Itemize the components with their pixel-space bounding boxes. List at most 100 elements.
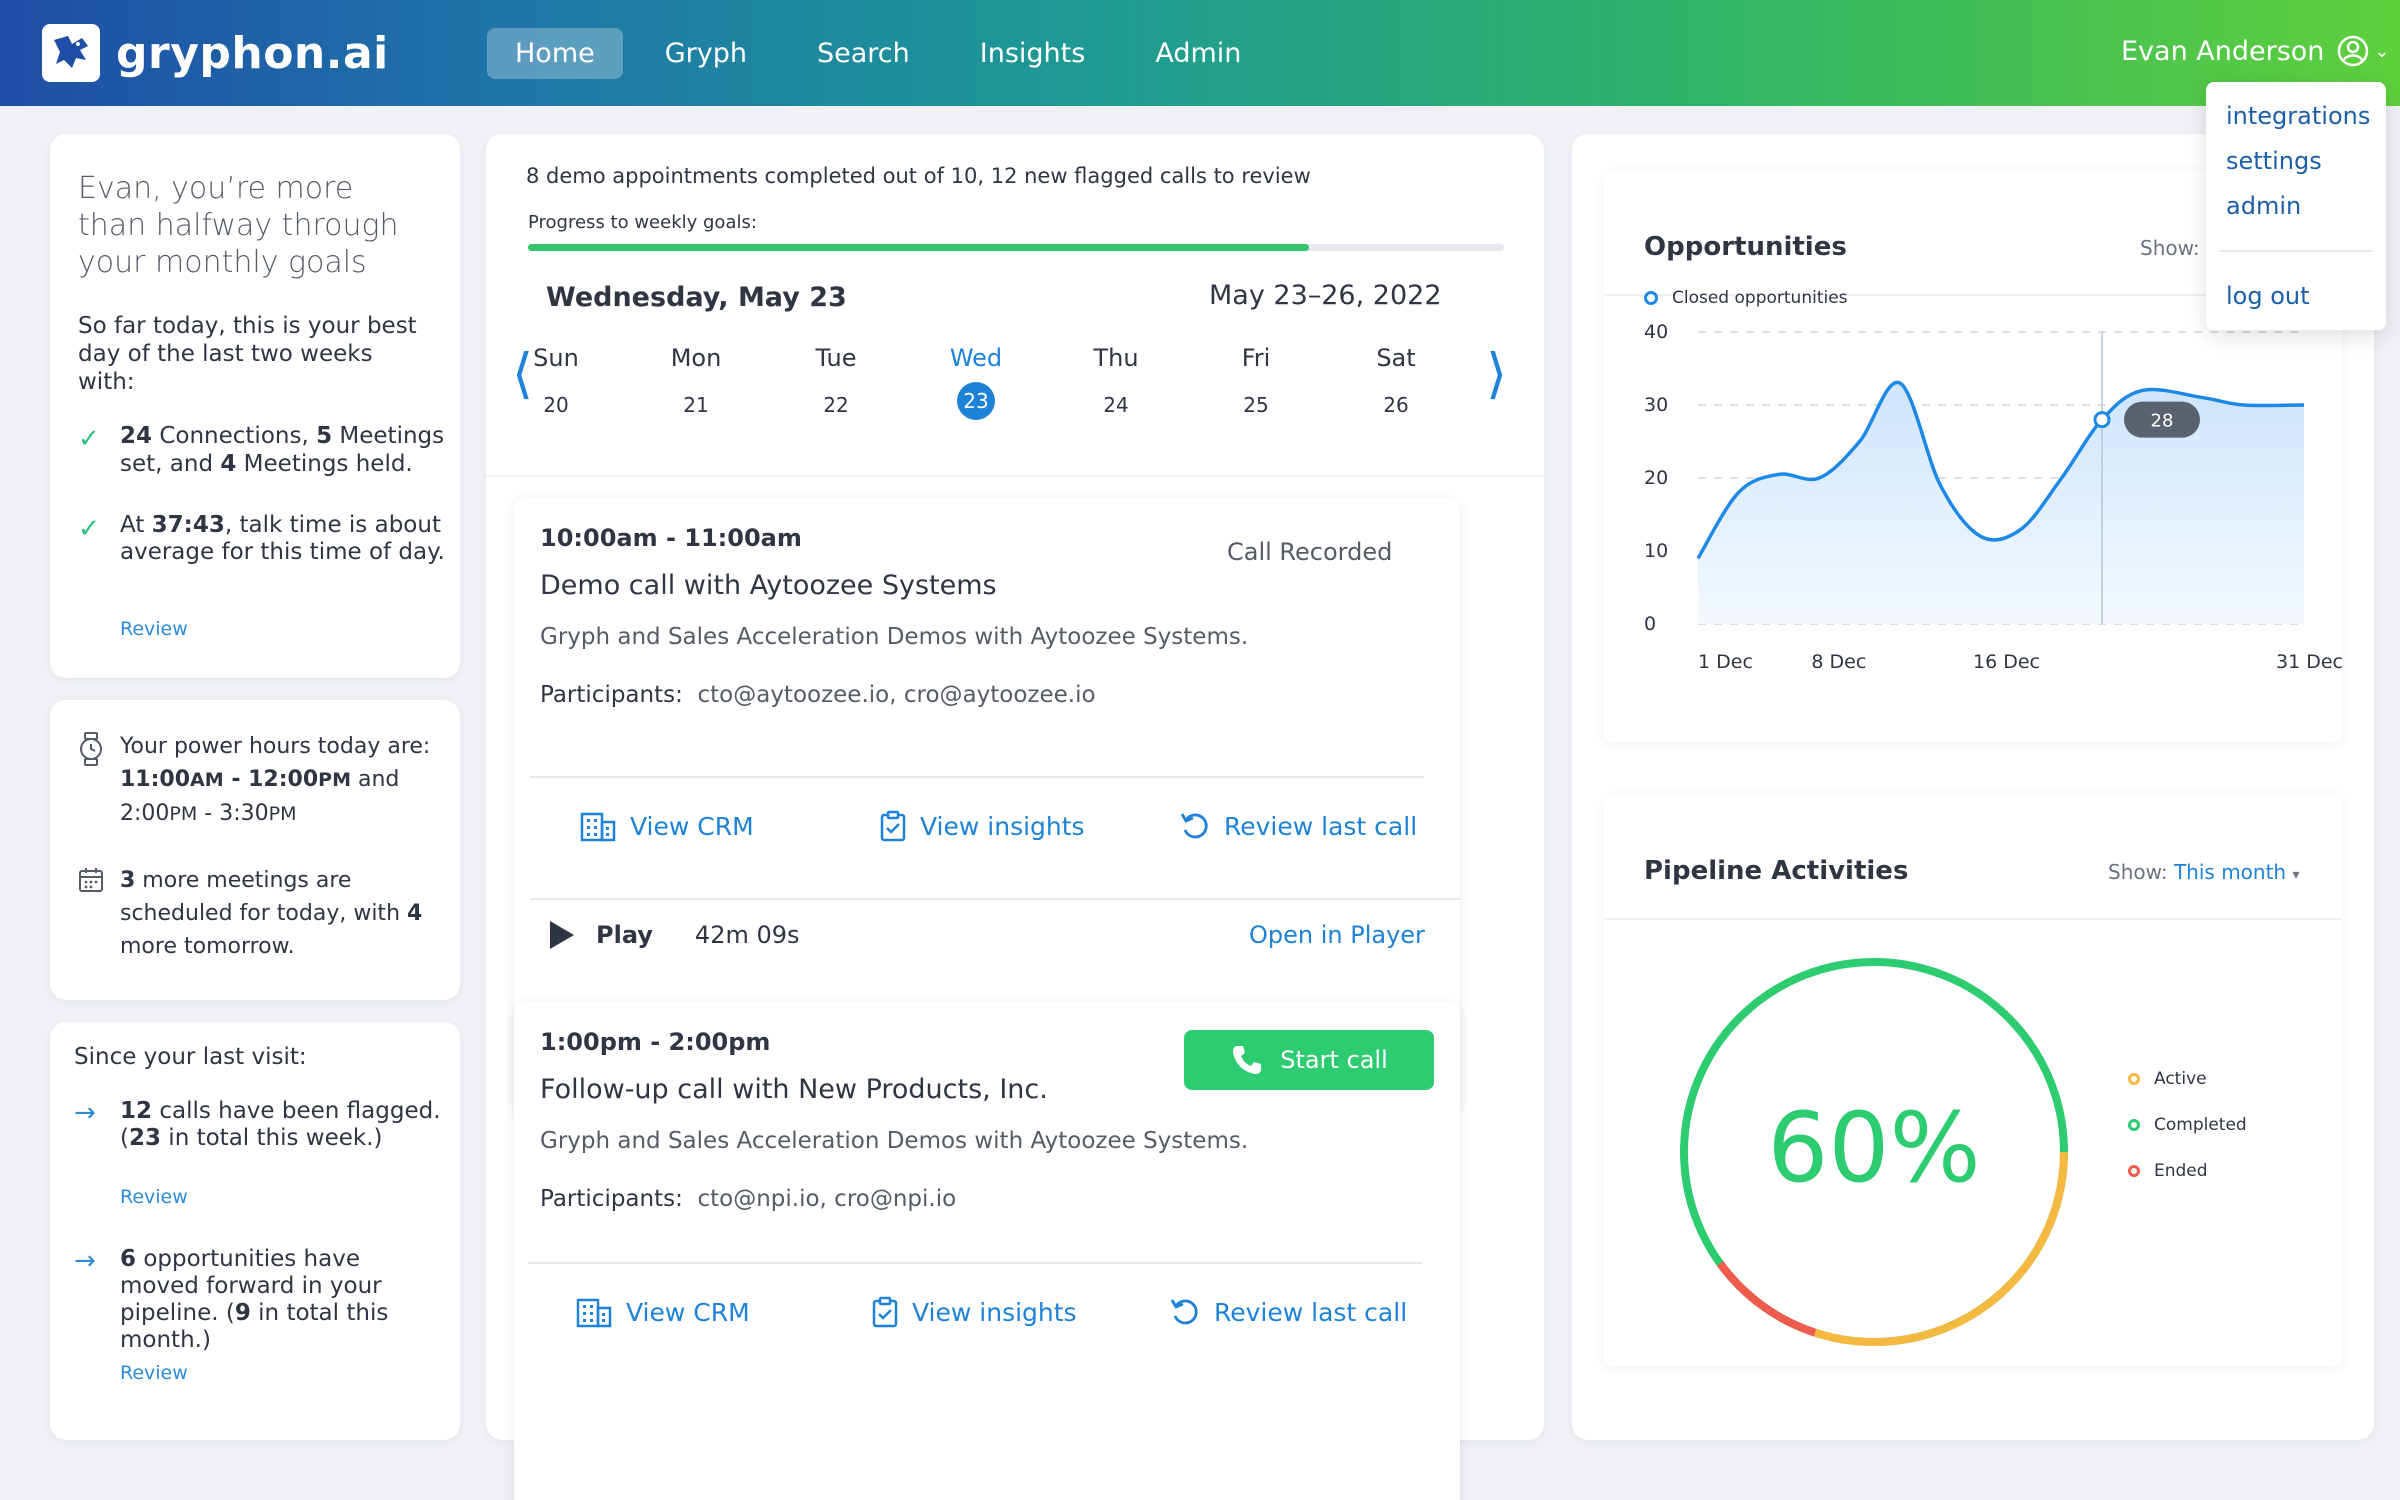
legend-label: Active: [2154, 1069, 2207, 1089]
nav-admin[interactable]: Admin: [1127, 28, 1269, 79]
opportunities-title: Opportunities: [1644, 232, 1847, 262]
pipeline-panel: Pipeline Activities Show: This month ▾ 6…: [1604, 794, 2342, 1366]
calendar-day-sun[interactable]: Sun 20: [506, 344, 606, 424]
day-of-week: Mon: [670, 344, 722, 372]
calendar-next-icon[interactable]: ⟩: [1486, 342, 1507, 405]
building-icon: [580, 812, 616, 842]
slot1-end-ampm: PM: [318, 769, 351, 791]
review-opportunities-link[interactable]: Review: [120, 1362, 188, 1384]
event-time: 1:00pm - 2:00pm: [540, 1028, 771, 1056]
calendar-day-wed[interactable]: Wed 23: [926, 344, 1026, 420]
day-number: 26: [1383, 393, 1409, 417]
review-flagged-link[interactable]: Review: [120, 1186, 188, 1208]
meetings-set-count: 5: [316, 423, 333, 449]
clipboard-check-icon: [872, 1296, 898, 1328]
calendar-day-thu[interactable]: Thu 24: [1066, 344, 1166, 424]
pipeline-percent: 60%: [1767, 1092, 1981, 1204]
view-crm-button[interactable]: View CRM: [580, 810, 754, 842]
slots-joiner: and: [350, 767, 400, 792]
divider: [1604, 918, 2342, 920]
participants-label: Participants:: [540, 682, 683, 708]
legend-dot: [2128, 1165, 2140, 1177]
checkmark-icon: ✓: [78, 424, 100, 454]
y-tick-label: 10: [1644, 540, 1668, 562]
view-crm-label: View CRM: [630, 811, 754, 841]
menu-item-logout[interactable]: log out: [2226, 282, 2310, 310]
brand-name: gryphon.ai: [116, 27, 389, 79]
nav-insights[interactable]: Insights: [952, 28, 1114, 79]
calendar-day-sat[interactable]: Sat 26: [1346, 344, 1446, 424]
calendar-day-fri[interactable]: Fri 25: [1206, 344, 1306, 424]
slot2-start-ampm: PM: [169, 803, 198, 825]
caret-down-icon: ▾: [2292, 867, 2300, 883]
selected-day-title: Wednesday, May 23: [546, 282, 847, 313]
history-icon: [1170, 1299, 1198, 1325]
power-hours-card: Your power hours today are: 11:00AM - 12…: [50, 700, 460, 1000]
open-in-player-link[interactable]: Open in Player: [1249, 921, 1425, 949]
connections-label: Connections,: [152, 423, 317, 449]
start-call-button[interactable]: Start call: [1184, 1030, 1434, 1090]
user-dropdown-menu: integrations settings admin log out: [2206, 82, 2386, 330]
chart-legend: Closed opportunities: [1644, 288, 1848, 308]
series-area: [1698, 382, 2304, 624]
flagged-total: 23: [128, 1125, 161, 1151]
start-call-label: Start call: [1280, 1046, 1388, 1074]
meetings-text: more meetings are scheduled for today, w…: [120, 868, 407, 926]
greeting-subtitle: So far today, this is your best day of t…: [78, 313, 417, 395]
day-number: 25: [1243, 393, 1269, 417]
calendar-day-mon[interactable]: Mon 21: [646, 344, 746, 424]
flagged-count: 12: [120, 1098, 153, 1124]
legend-item-completed: Completed: [2128, 1115, 2247, 1135]
review-last-call-button[interactable]: Review last call: [1180, 810, 1417, 842]
view-insights-button[interactable]: View insights: [880, 810, 1085, 842]
meetings-held-label: Meetings held.: [236, 451, 413, 477]
divider: [486, 475, 1544, 477]
date-range-title: May 23–26, 2022: [1209, 280, 1442, 311]
review-last-call-label: Review last call: [1214, 1297, 1408, 1327]
nav-gryph[interactable]: Gryph: [637, 28, 775, 79]
user-name: Evan Anderson: [2121, 35, 2325, 67]
x-tick-label: 31 Dec: [2276, 651, 2342, 673]
view-insights-button[interactable]: View insights: [872, 1296, 1077, 1328]
call-recorded-status: Call Recorded: [1227, 538, 1393, 566]
watch-icon: [80, 732, 102, 766]
review-link[interactable]: Review: [120, 618, 188, 640]
arrow-right-icon: →: [74, 1098, 96, 1128]
progress-label: Progress to weekly goals:: [528, 212, 757, 233]
slot2-start: 2:00: [120, 801, 170, 826]
view-crm-button[interactable]: View CRM: [576, 1296, 750, 1328]
play-button[interactable]: Play: [550, 921, 653, 949]
event-description: Gryph and Sales Acceleration Demos with …: [540, 624, 1249, 650]
opportunities-show-filter[interactable]: Show:: [2140, 236, 2200, 260]
slot1-start: 11:00: [120, 767, 191, 792]
event-title: Demo call with Aytoozee Systems: [540, 570, 997, 601]
event-title: Follow-up call with New Products, Inc.: [540, 1074, 1048, 1105]
since-visit-title: Since your last visit:: [74, 1044, 307, 1070]
x-tick-label: 1 Dec: [1698, 651, 1753, 673]
brand-logo[interactable]: gryphon.ai: [42, 24, 389, 82]
goals-card: Evan, you’re more than halfway through y…: [50, 134, 460, 678]
legend-label: Completed: [2154, 1115, 2247, 1135]
legend-item-active: Active: [2128, 1069, 2207, 1089]
event-description: Gryph and Sales Acceleration Demos with …: [540, 1128, 1249, 1154]
nav-search[interactable]: Search: [789, 28, 938, 79]
calendar-day-tue[interactable]: Tue 22: [786, 344, 886, 424]
review-last-call-button[interactable]: Review last call: [1170, 1296, 1407, 1328]
main-nav: Home Gryph Search Insights Admin: [487, 28, 1283, 79]
nav-home[interactable]: Home: [487, 28, 623, 79]
legend-dot: [1644, 291, 1658, 305]
pipeline-show-filter[interactable]: Show: This month ▾: [2108, 860, 2300, 884]
weekly-progress-bar: [528, 244, 1504, 251]
recording-player: Play 42m 09s: [550, 921, 800, 949]
phone-icon: [1233, 1046, 1262, 1074]
greeting-title: Evan, you’re more than halfway through y…: [78, 171, 399, 280]
day-number: 22: [823, 393, 849, 417]
opportunities-line-chart: 0 10 20 30 40 1 Dec 8 Dec 16 Dec 31 Dec 28: [1644, 321, 2342, 673]
menu-item-integrations[interactable]: integrations: [2226, 102, 2370, 130]
menu-item-settings[interactable]: settings: [2226, 147, 2322, 175]
building-icon: [576, 1298, 612, 1328]
talk-time-value: 37:43: [151, 512, 225, 538]
menu-item-admin[interactable]: admin: [2226, 192, 2301, 220]
user-menu-toggle[interactable]: Evan Anderson ⌄: [2121, 34, 2390, 68]
legend-dot: [2128, 1073, 2140, 1085]
